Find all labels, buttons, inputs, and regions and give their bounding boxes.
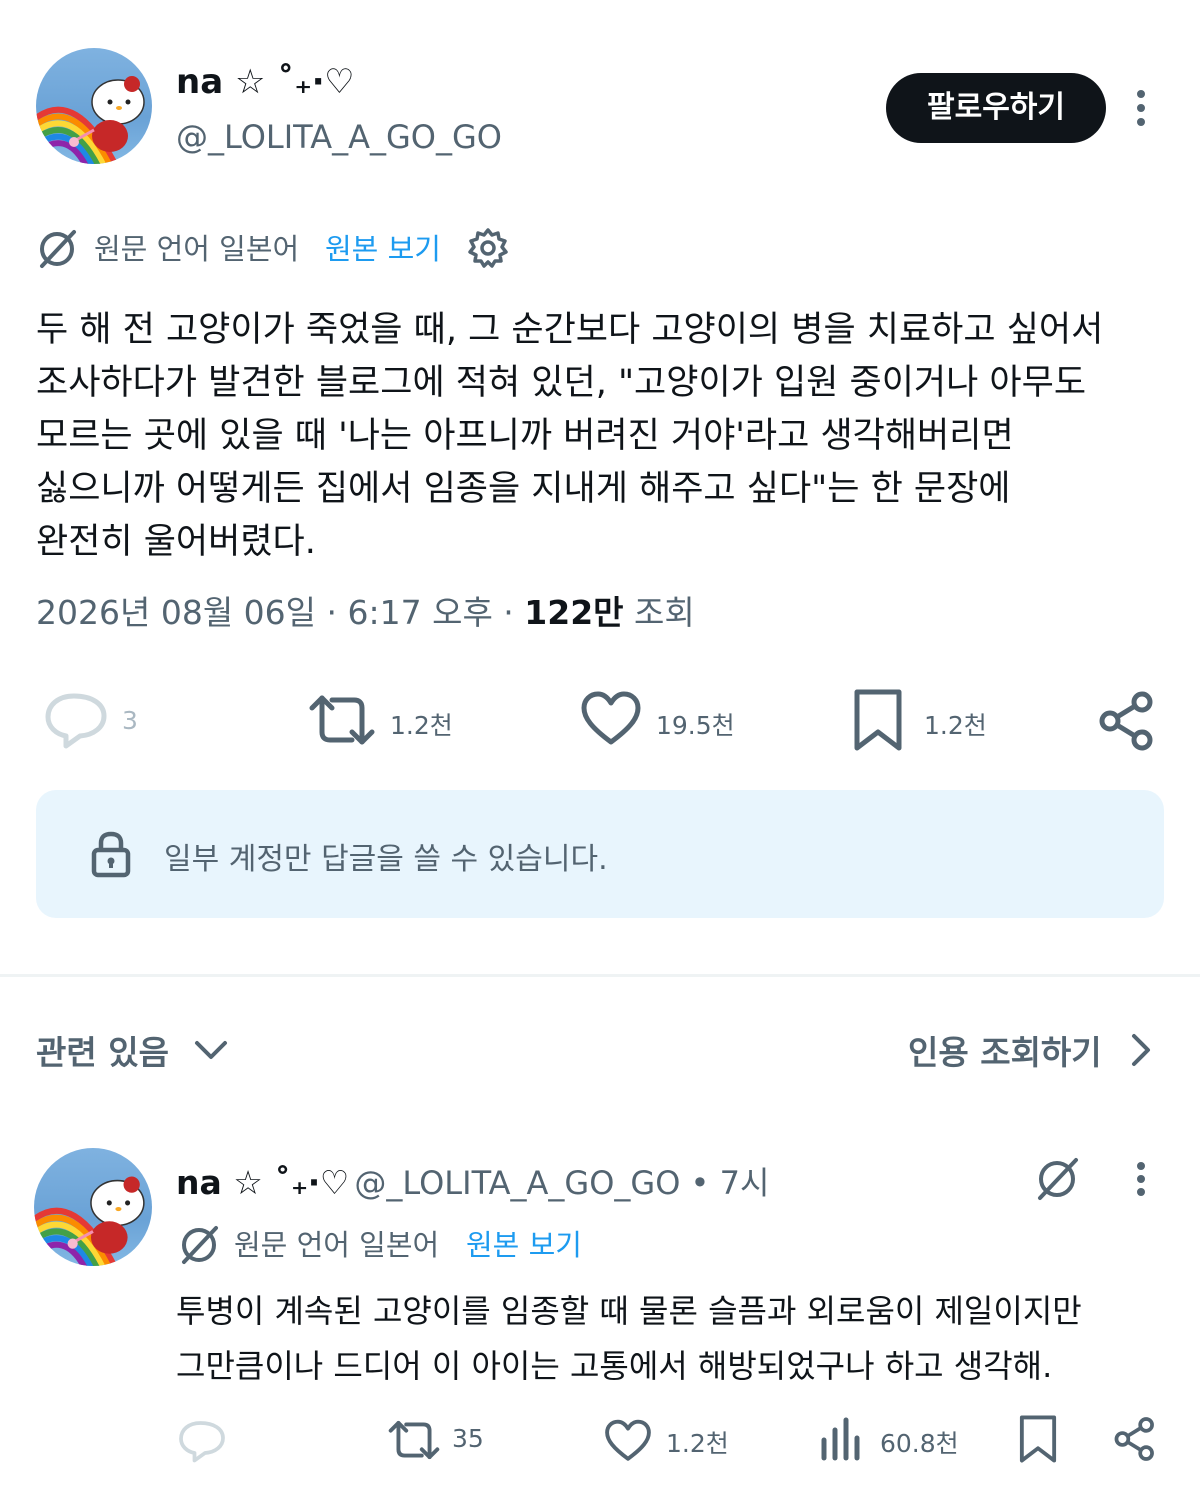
tweet-body-line: 완전히 울어버렸다.	[36, 522, 316, 562]
translation-source-label: 원문 언어 일본어	[94, 232, 300, 266]
more-options-icon[interactable]	[1136, 90, 1146, 126]
reply-body-line: 투병이 계속된 고양이를 임종할 때 물론 슬픔과 외로움이 제일이지만	[176, 1292, 1082, 1330]
reply-translation-source-label: 원문 언어 일본어	[234, 1228, 440, 1262]
reply-view-original-link[interactable]: 원본 보기	[466, 1222, 582, 1264]
reply-more-options-icon[interactable]	[1136, 1162, 1146, 1196]
analytics-icon[interactable]	[818, 1416, 864, 1462]
section-divider	[0, 974, 1200, 977]
avatar-image	[36, 76, 145, 164]
translate-icon	[34, 226, 80, 272]
like-icon[interactable]	[580, 690, 642, 748]
bookmark-count: 1.2천	[924, 711, 987, 740]
reply-count: 3	[122, 706, 138, 735]
translate-icon	[176, 1222, 222, 1268]
reply-view-count: 60.8천	[880, 1429, 959, 1458]
like-count: 19.5천	[656, 711, 735, 740]
reply-display-name[interactable]: na ☆ ˚₊‧♡	[176, 1163, 349, 1202]
view-quotes-label: 인용 조회하기	[908, 1033, 1102, 1072]
related-toggle[interactable]: 관련 있음	[36, 1026, 231, 1074]
tweet-meta: 2026년 08월 06일 · 6:17 오후 · 122만 조회	[36, 586, 695, 634]
reply-header: na ☆ ˚₊‧♡ @_LOLITA_A_GO_GO • 7시	[176, 1158, 769, 1204]
reply-reply-icon[interactable]	[178, 1418, 226, 1464]
reply-avatar[interactable]	[34, 1148, 152, 1266]
repost-count: 1.2천	[390, 711, 453, 740]
reply-body-line: 그만큼이나 드디어 이 아이는 고통에서 해방되었구나 하고 생각해.	[176, 1347, 1053, 1385]
reply-restriction-text: 일부 계정만 답글을 쓸 수 있습니다.	[164, 842, 608, 877]
repost-icon[interactable]	[306, 692, 378, 748]
view-quotes-link[interactable]: 인용 조회하기	[908, 1026, 1156, 1074]
chevron-right-icon	[1131, 1034, 1150, 1066]
reply-repost-count: 35	[452, 1424, 484, 1453]
tweet-body: 두 해 전 고양이가 죽었을 때, 그 순간보다 고양이의 병을 치료하고 싶어…	[36, 304, 1176, 569]
reply-handle-time[interactable]: @_LOLITA_A_GO_GO • 7시	[354, 1164, 769, 1202]
view-label: 조회	[634, 593, 695, 632]
reply-like-count: 1.2천	[666, 1429, 729, 1458]
reply-share-icon[interactable]	[1112, 1416, 1158, 1462]
avatar-image	[34, 1176, 145, 1266]
avatar[interactable]	[36, 48, 152, 164]
tweet-body-line: 싫으니까 어떻게든 집에서 임종을 지내게 해주고 싶다"는 한 문장에	[36, 469, 1011, 509]
tweet-body-line: 모르는 곳에 있을 때 '나는 아프니까 버려진 거야'라고 생각해버리면	[36, 416, 1014, 456]
reply-like-icon[interactable]	[604, 1418, 652, 1464]
user-handle[interactable]: @_LOLITA_A_GO_GO	[176, 118, 502, 156]
chevron-down-icon	[194, 1041, 227, 1059]
reply-bookmark-icon[interactable]	[1018, 1414, 1058, 1464]
reply-restriction-notice: 일부 계정만 답글을 쓸 수 있습니다.	[36, 790, 1164, 918]
reply-icon[interactable]	[44, 690, 108, 750]
reply-body: 투병이 계속된 고양이를 임종할 때 물론 슬픔과 외로움이 제일이지만 그만큼…	[176, 1284, 1176, 1394]
gear-icon[interactable]	[466, 226, 510, 270]
lock-icon	[90, 830, 132, 878]
display-name[interactable]: na ☆ ˚₊‧♡	[176, 62, 355, 102]
tweet-body-line: 두 해 전 고양이가 죽었을 때, 그 순간보다 고양이의 병을 치료하고 싶어…	[36, 310, 1104, 350]
tweet-body-line: 조사하다가 발견한 블로그에 적혀 있던, "고양이가 입원 중이거나 아무도	[36, 363, 1087, 403]
related-label: 관련 있음	[36, 1033, 169, 1072]
reply-repost-icon[interactable]	[386, 1418, 442, 1462]
share-icon[interactable]	[1096, 690, 1158, 752]
grok-icon[interactable]	[1032, 1154, 1082, 1204]
follow-button[interactable]: 팔로우하기	[886, 73, 1106, 143]
view-count: 122만	[524, 593, 624, 632]
timestamp[interactable]: 2026년 08월 06일 · 6:17 오후 ·	[36, 593, 514, 632]
view-original-link[interactable]: 원본 보기	[325, 226, 441, 268]
bookmark-icon[interactable]	[852, 688, 904, 752]
